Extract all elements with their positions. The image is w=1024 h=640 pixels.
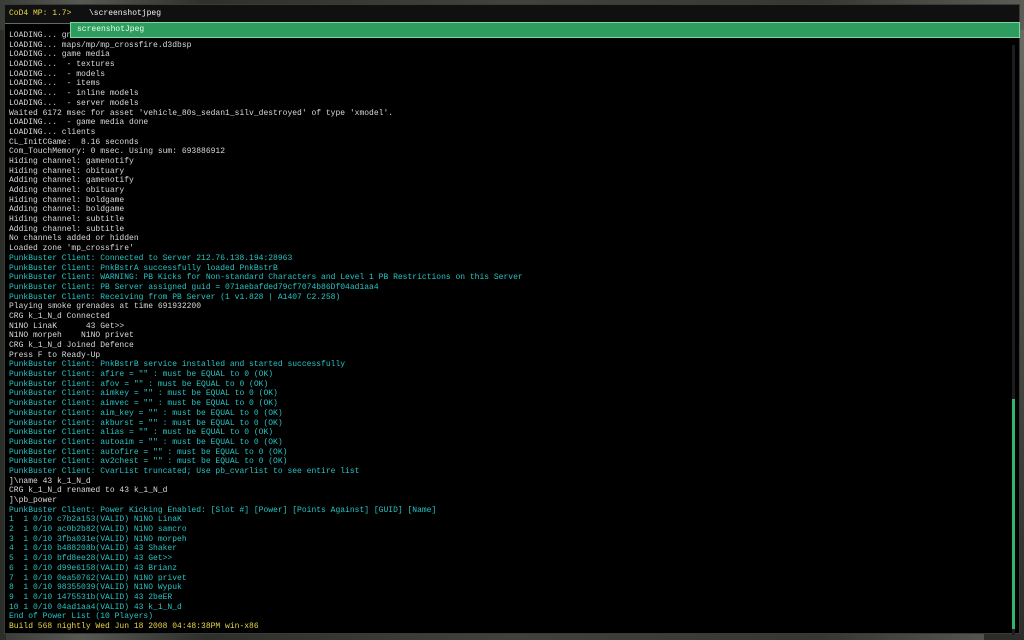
- console-line: PunkBuster Client: PnkBstrB service inst…: [9, 360, 346, 370]
- console-line: LOADING... clients: [9, 127, 96, 137]
- console-line: CL_InitCGame: 8.16 seconds: [9, 137, 139, 147]
- console-line: CRG k_1_N_d Joined Defence: [9, 341, 134, 350]
- console-line: Press F to Ready-Up: [9, 350, 101, 360]
- console-line: ]\name 43 k_1_N_d: [9, 476, 91, 486]
- console-line: 6 1 0/10 d99e6158(VALID) 43 Brianz: [9, 563, 178, 573]
- console-line: ]\pb_power: [9, 496, 58, 505]
- console-line: Com_TouchMemory: 0 msec. Using sum: 6938…: [9, 147, 226, 157]
- console-line: Hiding channel: boldgame: [9, 195, 125, 205]
- console-line: Waited 6172 msec for asset 'vehicle_80s_…: [9, 108, 394, 118]
- console-line: Adding channel: gamenotify: [9, 176, 134, 186]
- console-scrollbar-thumb[interactable]: [1012, 399, 1015, 630]
- console-line: PunkBuster Client: av2chest = "" : must …: [9, 457, 288, 467]
- console-line: PunkBuster Client: Receiving from PB Ser…: [9, 292, 341, 302]
- console-line: PunkBuster Client: CvarList truncated; U…: [9, 466, 360, 476]
- console-line: Build 568 nightly Wed Jun 18 2008 04:48:…: [9, 621, 259, 631]
- console-line: LOADING... - inline models: [9, 89, 139, 99]
- autocomplete-suggestion[interactable]: screenshotJpeg: [70, 22, 1020, 38]
- console-line: 1 1 0/10 c7b2a153(VALID) N1NO LinaK: [9, 515, 182, 525]
- console-line: PunkBuster Client: WARNING: PB Kicks for…: [9, 273, 523, 283]
- console-line: PunkBuster Client: PB Server assigned gu…: [9, 282, 379, 292]
- console-line: LOADING... - game media done: [9, 118, 149, 128]
- console-input[interactable]: \screenshotjpeg: [89, 9, 161, 19]
- console-line: Hiding channel: gamenotify: [9, 156, 134, 166]
- console-line: 8 1 0/10 98355039(VALID) N1NO Wypuk: [9, 583, 182, 593]
- console-line: Adding channel: boldgame: [9, 205, 125, 215]
- console-line: CRG k_1_N_d Connected: [9, 311, 110, 321]
- console-line: 9 1 0/10 1475531b(VALID) 43 2beER: [9, 592, 173, 602]
- console-line: PunkBuster Client: aim_key = "" : must b…: [9, 408, 283, 418]
- console-line: Adding channel: subtitle: [9, 224, 125, 234]
- console-line: LOADING... game media: [9, 50, 110, 60]
- console-line: 3 1 0/10 3fba031e(VALID) N1NO morpeh: [9, 534, 187, 544]
- console-line: PunkBuster Client: afov = "" : must be E…: [9, 379, 269, 389]
- console-line: PunkBuster Client: autofire = "" : must …: [9, 447, 288, 457]
- console-line: PunkBuster Client: Power Kicking Enabled…: [9, 505, 437, 515]
- console-line: LOADING... - server models: [9, 98, 139, 108]
- console-prompt: CoD4 MP: 1.7>: [9, 9, 77, 18]
- console-line: N1NO LinaK 43 Get>>: [9, 321, 125, 331]
- console-line: PunkBuster Client: autoaim = "" : must b…: [9, 437, 283, 447]
- console-line: 2 1 0/10 ac0b2b82(VALID) N1NO samcro: [9, 525, 187, 535]
- console-line: LOADING... - models: [9, 69, 106, 79]
- console-output: LOADING... gn LOADING... maps/mp/mp_cross…: [9, 31, 995, 631]
- console-line: PunkBuster Client: Connected to Server 2…: [9, 253, 293, 263]
- console-line: PunkBuster Client: aimvec = "" : must be…: [9, 399, 278, 409]
- console-line: 7 1 0/10 0ea50762(VALID) N1NO privet: [9, 573, 187, 583]
- console-line: Playing smoke grenades at time 691932200: [9, 302, 202, 312]
- console-line: PunkBuster Client: PnkBstrA successfully…: [9, 263, 278, 273]
- console-line: PunkBuster Client: akburst = "" : must b…: [9, 418, 283, 428]
- console-line: 4 1 0/10 b488208b(VALID) 43 Shaker: [9, 544, 178, 554]
- developer-console: CoD4 MP: 1.7> \screenshotjpeg LOADING...…: [4, 4, 1020, 635]
- console-line: LOADING... - textures: [9, 60, 115, 70]
- console-line: PunkBuster Client: aimkey = "" : must be…: [9, 389, 278, 399]
- console-line: Adding channel: obituary: [9, 186, 125, 195]
- console-line: Hiding channel: obituary: [9, 166, 125, 176]
- console-line: CRG k_1_N_d renamed to 43 k_1_N_d: [9, 486, 168, 496]
- console-line: 5 1 0/10 bfd8ee28(VALID) 43 Get>>: [9, 554, 173, 564]
- console-line: End of Power List (10 Players): [9, 612, 154, 622]
- console-line: No channels added or hidden: [9, 234, 139, 244]
- console-line: 10 1 0/10 04ad1aa4(VALID) 43 k_1_N_d: [9, 602, 182, 612]
- console-line: N1NO morpeh N1NO privet: [9, 331, 134, 341]
- console-line: PunkBuster Client: alias = "" : must be …: [9, 428, 274, 438]
- console-line: PunkBuster Client: afire = "" : must be …: [9, 370, 274, 380]
- console-line: Hiding channel: subtitle: [9, 215, 125, 225]
- autocomplete-suggestion-text: screenshotJpeg: [77, 25, 145, 34]
- console-line: LOADING... - items: [9, 79, 101, 89]
- console-line: Loaded zone 'mp_crossfire': [9, 244, 134, 254]
- console-line: LOADING... maps/mp/mp_crossfire.d3dbsp: [9, 40, 192, 50]
